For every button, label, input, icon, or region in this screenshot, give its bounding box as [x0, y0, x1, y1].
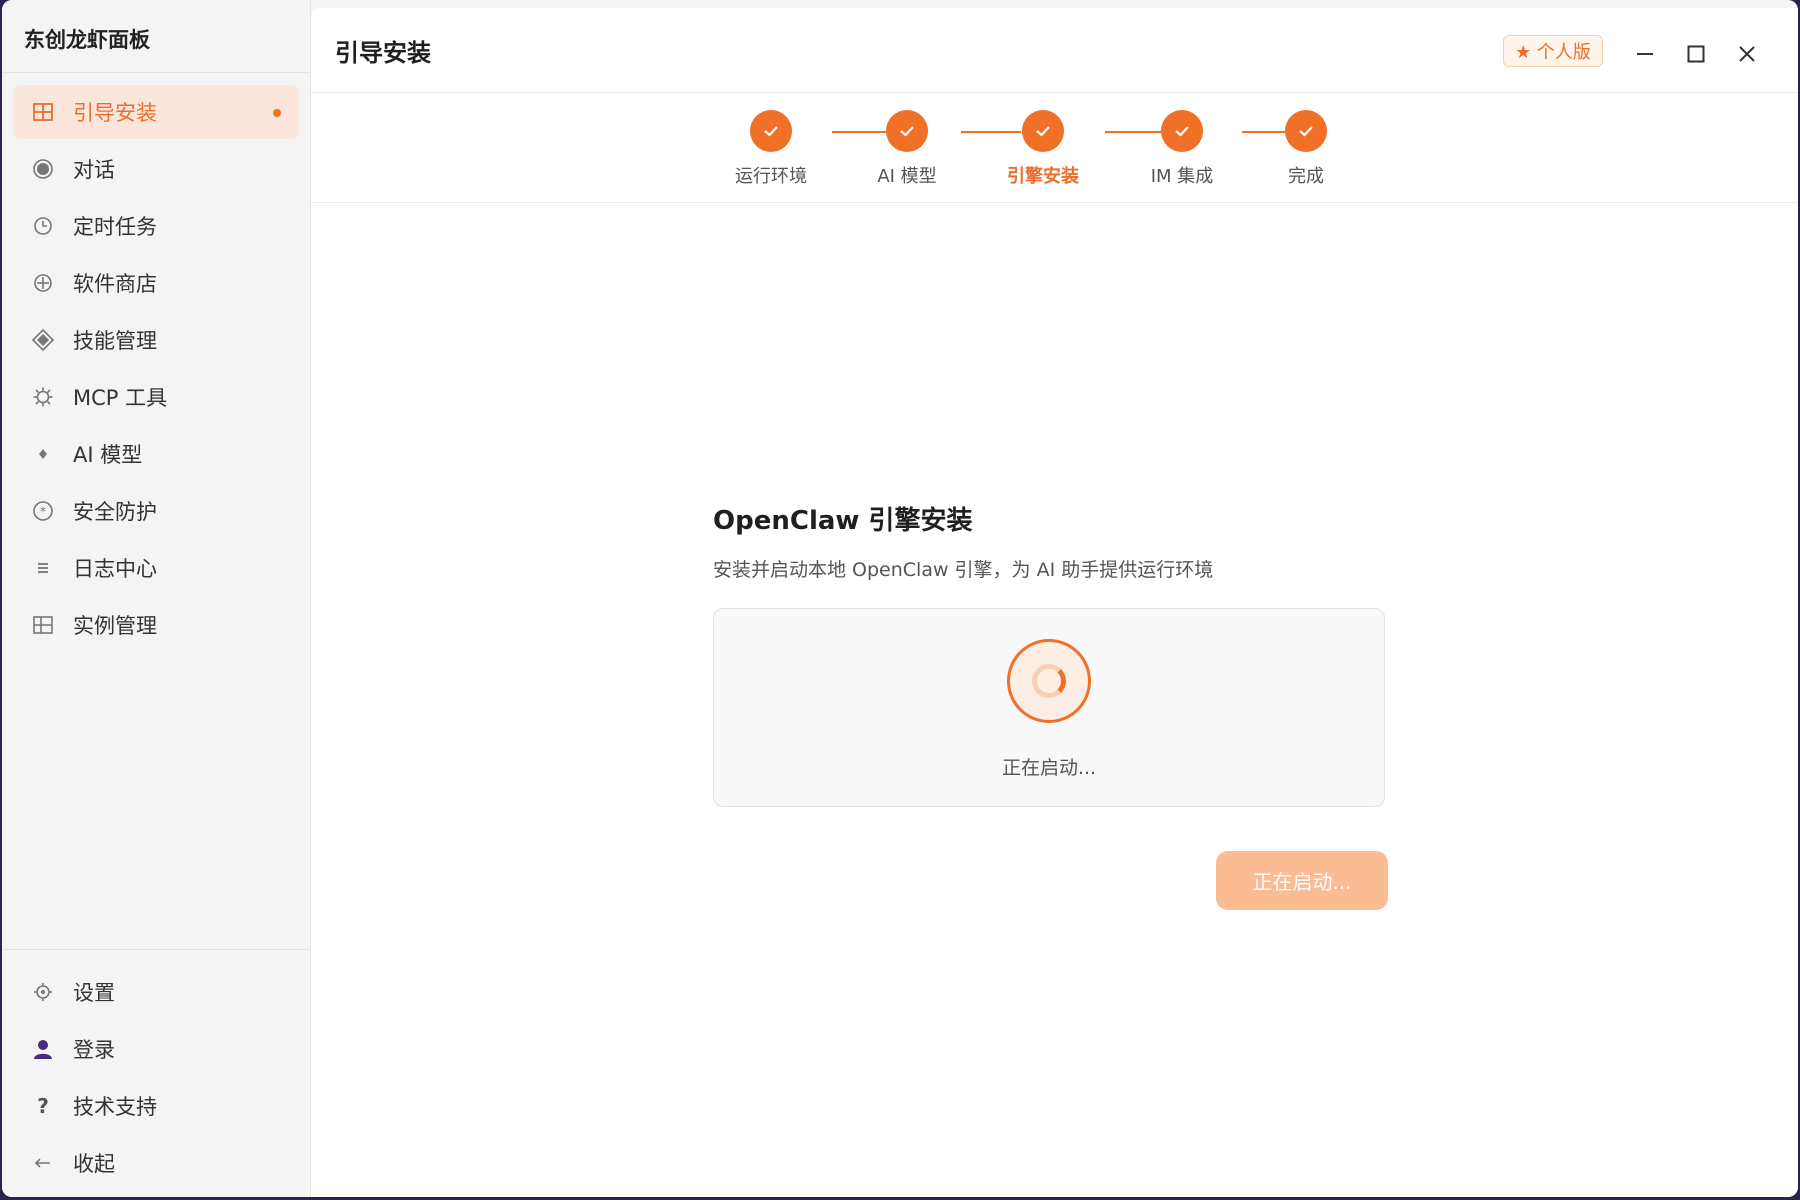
svg-text:*: *	[40, 505, 46, 519]
grid-icon	[30, 99, 56, 125]
sidebar-item-label: 安全防护	[73, 500, 157, 524]
sidebar-item-label: MCP 工具	[73, 386, 168, 410]
sidebar-item-settings[interactable]: 设置	[13, 965, 299, 1019]
collapse-icon	[30, 1150, 56, 1176]
tool-icon	[30, 384, 56, 410]
sidebar-item-skills[interactable]: 技能管理	[13, 313, 299, 367]
sidebar-item-label: AI 模型	[73, 443, 143, 467]
sidebar-item-logs[interactable]: 日志中心	[13, 541, 299, 595]
status-card: 正在启动...	[713, 608, 1385, 807]
minimize-icon	[1637, 53, 1653, 55]
model-icon	[30, 441, 56, 467]
sidebar-item-security[interactable]: * 安全防护	[13, 484, 299, 538]
gear-icon	[30, 979, 56, 1005]
sidebar-bottom-nav: 设置 登录 ? 技术支持 收起	[2, 949, 310, 1197]
sidebar-item-label: 引导安装	[73, 101, 157, 125]
check-icon	[1022, 110, 1064, 152]
check-icon	[1161, 110, 1203, 152]
sidebar-item-label: 软件商店	[73, 272, 157, 296]
sidebar-item-label: 实例管理	[73, 614, 157, 638]
check-icon	[886, 110, 928, 152]
check-icon	[1285, 110, 1327, 152]
main-panel: 引导安装 ★ 个人版 运行环境 AI 模型 引擎安装 IM 集成 完成 Open…	[311, 8, 1798, 1197]
step-ai-model[interactable]: AI 模型	[847, 110, 967, 188]
store-icon	[30, 270, 56, 296]
sidebar-item-ai-models[interactable]: AI 模型	[13, 427, 299, 481]
maximize-icon	[1687, 45, 1705, 63]
app-window: 东创龙虾面板 引导安装 对话 定时任务 软件商店 技能管理 MCP 工具 AI …	[2, 0, 1798, 1197]
step-label: 运行环境	[735, 166, 807, 187]
sidebar-item-software-store[interactable]: 软件商店	[13, 256, 299, 310]
sidebar-item-chat[interactable]: 对话	[13, 142, 299, 196]
setup-stepper: 运行环境 AI 模型 引擎安装 IM 集成 完成	[311, 93, 1798, 203]
sidebar-item-label: 对话	[73, 158, 115, 182]
step-label: IM 集成	[1150, 166, 1214, 187]
active-indicator-dot	[273, 109, 281, 117]
sidebar: 东创龙虾面板 引导安装 对话 定时任务 软件商店 技能管理 MCP 工具 AI …	[2, 0, 311, 1197]
install-section: OpenClaw 引擎安装 安装并启动本地 OpenClaw 引擎，为 AI 助…	[713, 500, 1385, 807]
sidebar-item-label: 定时任务	[73, 215, 157, 239]
topbar: 引导安装 ★ 个人版	[311, 8, 1798, 93]
loading-spinner	[1007, 639, 1091, 723]
chat-icon	[30, 156, 56, 182]
shield-icon: *	[30, 498, 56, 524]
sidebar-item-label: 技术支持	[73, 1095, 157, 1119]
list-icon	[30, 555, 56, 581]
sidebar-item-instances[interactable]: 实例管理	[13, 598, 299, 652]
maximize-button[interactable]	[1682, 40, 1710, 68]
step-im-integration[interactable]: IM 集成	[1122, 110, 1242, 188]
close-button[interactable]	[1733, 40, 1761, 68]
user-icon	[30, 1036, 56, 1062]
sidebar-item-login[interactable]: 登录	[13, 1022, 299, 1076]
sidebar-item-support[interactable]: ? 技术支持	[13, 1079, 299, 1133]
close-icon	[1739, 46, 1755, 62]
install-title: OpenClaw 引擎安装	[713, 506, 973, 536]
help-icon: ?	[37, 1094, 49, 1118]
step-complete[interactable]: 完成	[1246, 110, 1366, 188]
page-title: 引导安装	[335, 38, 431, 67]
app-title: 东创龙虾面板	[2, 0, 310, 73]
step-label: 完成	[1288, 166, 1324, 187]
sidebar-item-label: 登录	[73, 1038, 115, 1062]
step-label: 引擎安装	[1007, 166, 1079, 187]
instance-icon	[30, 612, 56, 638]
skills-icon	[30, 327, 56, 353]
edition-badge[interactable]: ★ 个人版	[1503, 35, 1603, 67]
starting-button[interactable]: 正在启动...	[1216, 851, 1388, 910]
sidebar-nav: 引导安装 对话 定时任务 软件商店 技能管理 MCP 工具 AI 模型 * 安全…	[2, 73, 310, 652]
sidebar-item-collapse[interactable]: 收起	[13, 1136, 299, 1190]
sidebar-item-mcp-tools[interactable]: MCP 工具	[13, 370, 299, 424]
sidebar-item-label: 日志中心	[73, 557, 157, 581]
step-engine-install[interactable]: 引擎安装	[983, 110, 1103, 188]
minimize-button[interactable]	[1631, 40, 1659, 68]
check-icon	[750, 110, 792, 152]
sidebar-item-guided-install[interactable]: 引导安装	[13, 85, 299, 139]
sidebar-item-scheduled-tasks[interactable]: 定时任务	[13, 199, 299, 253]
install-subtitle: 安装并启动本地 OpenClaw 引擎，为 AI 助手提供运行环境	[713, 559, 1214, 581]
spinner-icon	[1032, 664, 1066, 698]
step-label: AI 模型	[877, 166, 937, 187]
sidebar-item-label: 设置	[73, 981, 115, 1005]
sidebar-item-label: 技能管理	[73, 329, 157, 353]
status-text: 正在启动...	[1001, 757, 1097, 779]
step-runtime[interactable]: 运行环境	[711, 110, 831, 188]
clock-icon	[30, 213, 56, 239]
sidebar-item-label: 收起	[73, 1152, 115, 1176]
